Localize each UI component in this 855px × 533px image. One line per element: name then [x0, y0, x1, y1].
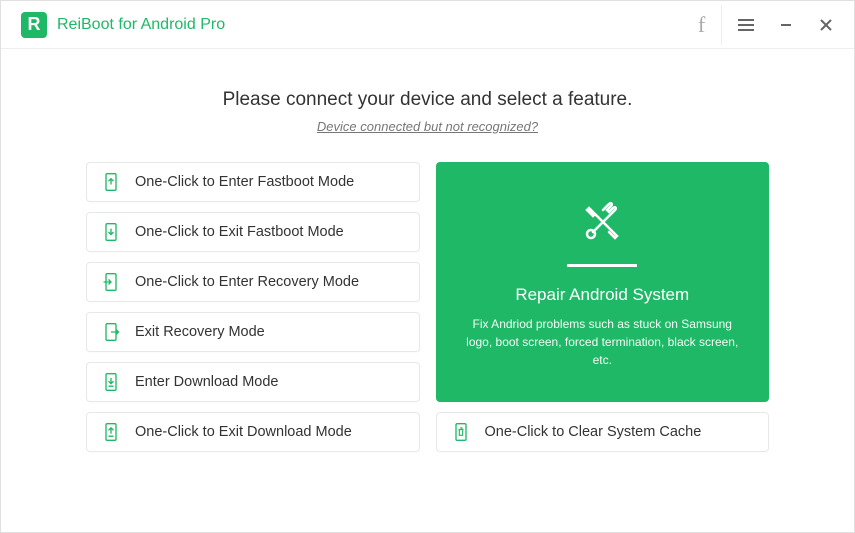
repair-description: Fix Andriod problems such as stuck on Sa… — [466, 315, 740, 369]
option-label: One-Click to Exit Download Mode — [135, 424, 352, 440]
menu-icon — [737, 18, 755, 32]
phone-arrow-in-icon — [101, 272, 121, 292]
phone-arrow-out-icon — [101, 322, 121, 342]
app-window: R ReiBoot for Android Pro f — [0, 0, 855, 533]
option-label: One-Click to Enter Recovery Mode — [135, 274, 359, 290]
repair-title: Repair Android System — [515, 285, 689, 305]
repair-system-card[interactable]: Repair Android System Fix Andriod proble… — [436, 162, 770, 402]
tools-icon — [575, 196, 629, 250]
left-column: One-Click to Enter Fastboot Mode One-Cli… — [86, 162, 420, 452]
clear-cache-button[interactable]: One-Click to Clear System Cache — [436, 412, 770, 452]
divider — [567, 264, 637, 267]
right-column: Repair Android System Fix Andriod proble… — [436, 162, 770, 452]
exit-fastboot-button[interactable]: One-Click to Exit Fastboot Mode — [86, 212, 420, 252]
close-icon — [819, 18, 833, 32]
titlebar-controls: f — [682, 5, 846, 45]
page-heading: Please connect your device and select a … — [223, 89, 633, 111]
titlebar: R ReiBoot for Android Pro f — [1, 1, 854, 49]
phone-download-icon — [101, 372, 121, 392]
minimize-icon — [779, 18, 793, 32]
phone-arrow-up-icon — [101, 172, 121, 192]
enter-download-button[interactable]: Enter Download Mode — [86, 362, 420, 402]
enter-recovery-button[interactable]: One-Click to Enter Recovery Mode — [86, 262, 420, 302]
facebook-button[interactable]: f — [682, 5, 722, 45]
phone-upload-icon — [101, 422, 121, 442]
app-logo-icon: R — [21, 12, 47, 38]
minimize-button[interactable] — [766, 5, 806, 45]
option-label: One-Click to Clear System Cache — [485, 424, 702, 440]
option-label: One-Click to Enter Fastboot Mode — [135, 174, 354, 190]
exit-recovery-button[interactable]: Exit Recovery Mode — [86, 312, 420, 352]
phone-trash-icon — [451, 422, 471, 442]
exit-download-button[interactable]: One-Click to Exit Download Mode — [86, 412, 420, 452]
phone-arrow-down-icon — [101, 222, 121, 242]
not-recognized-link[interactable]: Device connected but not recognized? — [317, 119, 538, 134]
main-content: Please connect your device and select a … — [1, 49, 854, 532]
option-label: Exit Recovery Mode — [135, 324, 265, 340]
option-label: One-Click to Exit Fastboot Mode — [135, 224, 344, 240]
feature-grid: One-Click to Enter Fastboot Mode One-Cli… — [86, 162, 769, 452]
menu-button[interactable] — [726, 5, 766, 45]
option-label: Enter Download Mode — [135, 374, 278, 390]
app-title: ReiBoot for Android Pro — [57, 16, 682, 34]
enter-fastboot-button[interactable]: One-Click to Enter Fastboot Mode — [86, 162, 420, 202]
close-button[interactable] — [806, 5, 846, 45]
